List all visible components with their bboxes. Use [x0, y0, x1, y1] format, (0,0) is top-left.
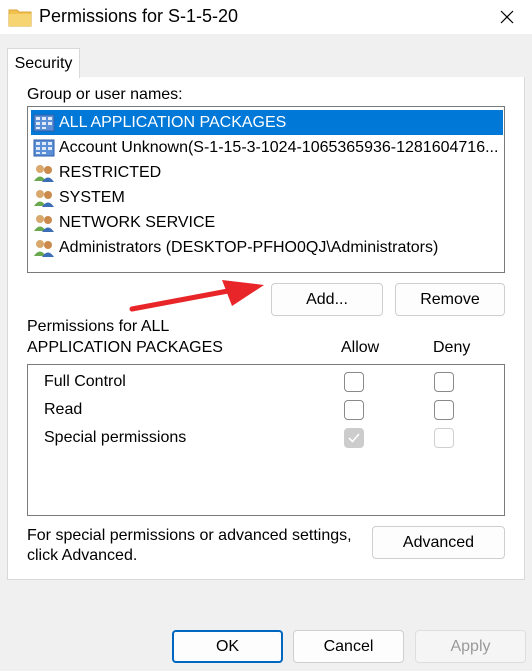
- group-names-label: Group or user names:: [27, 86, 183, 103]
- advanced-note-line1: For special permissions or advanced sett…: [27, 527, 352, 544]
- advanced-button[interactable]: Advanced: [372, 526, 505, 559]
- read-allow-checkbox[interactable]: [344, 400, 364, 420]
- advanced-note-line2: click Advanced.: [27, 547, 138, 564]
- list-item-label: Administrators (DESKTOP-PFHO0QJ\Administ…: [59, 238, 439, 256]
- list-item-account-unknown[interactable]: Account Unknown(S-1-15-3-1024-1065365936…: [31, 135, 503, 160]
- remove-button[interactable]: Remove: [395, 283, 505, 316]
- permissions-list: Full Control Read Special permissions: [27, 364, 505, 516]
- title-bar: Permissions for S-1-5-20: [0, 0, 532, 34]
- annotation-arrow-icon: [129, 280, 264, 312]
- full-control-deny-checkbox[interactable]: [434, 372, 454, 392]
- list-item-label: SYSTEM: [59, 188, 125, 206]
- full-control-allow-checkbox[interactable]: [344, 372, 364, 392]
- list-item-label: ALL APPLICATION PACKAGES: [59, 113, 287, 131]
- user-group-icon: [34, 189, 54, 207]
- list-item-administrators[interactable]: Administrators (DESKTOP-PFHO0QJ\Administ…: [31, 235, 503, 260]
- add-button[interactable]: Add...: [271, 283, 383, 316]
- permissions-title-line2: APPLICATION PACKAGES: [27, 339, 223, 356]
- checkmark-icon: [348, 433, 360, 443]
- permission-name-special: Special permissions: [44, 429, 187, 446]
- user-group-icon: [34, 164, 54, 182]
- app-packages-icon: [33, 139, 55, 156]
- permissions-title-line1: Permissions for ALL: [27, 318, 170, 335]
- list-item-network-service[interactable]: NETWORK SERVICE: [31, 210, 503, 235]
- special-allow-checkbox: [344, 428, 364, 448]
- user-group-icon: [34, 239, 54, 257]
- deny-column-header: Deny: [433, 339, 471, 356]
- list-item-label: NETWORK SERVICE: [59, 213, 216, 231]
- apply-button: Apply: [415, 630, 526, 663]
- list-item-all-application-packages[interactable]: ALL APPLICATION PACKAGES: [31, 110, 503, 135]
- app-packages-icon: [33, 114, 55, 131]
- permission-name-read: Read: [44, 401, 83, 418]
- cancel-button[interactable]: Cancel: [293, 630, 404, 663]
- close-icon: [500, 10, 514, 24]
- close-button[interactable]: [482, 0, 532, 34]
- ok-button[interactable]: OK: [172, 630, 283, 663]
- user-group-icon: [34, 214, 54, 232]
- window-title: Permissions for S-1-5-20: [39, 6, 239, 26]
- list-item-restricted[interactable]: RESTRICTED: [31, 160, 503, 185]
- allow-column-header: Allow: [341, 339, 380, 356]
- special-deny-checkbox: [434, 428, 454, 448]
- folder-icon: [8, 9, 32, 27]
- list-item-system[interactable]: SYSTEM: [31, 185, 503, 210]
- list-item-label: RESTRICTED: [59, 163, 162, 181]
- read-deny-checkbox[interactable]: [434, 400, 454, 420]
- permission-name-full-control: Full Control: [44, 373, 126, 390]
- tab-security[interactable]: Security: [7, 48, 80, 78]
- group-names-list[interactable]: ALL APPLICATION PACKAGES Account Unknown…: [27, 106, 505, 273]
- list-item-label: Account Unknown(S-1-15-3-1024-1065365936…: [59, 138, 499, 156]
